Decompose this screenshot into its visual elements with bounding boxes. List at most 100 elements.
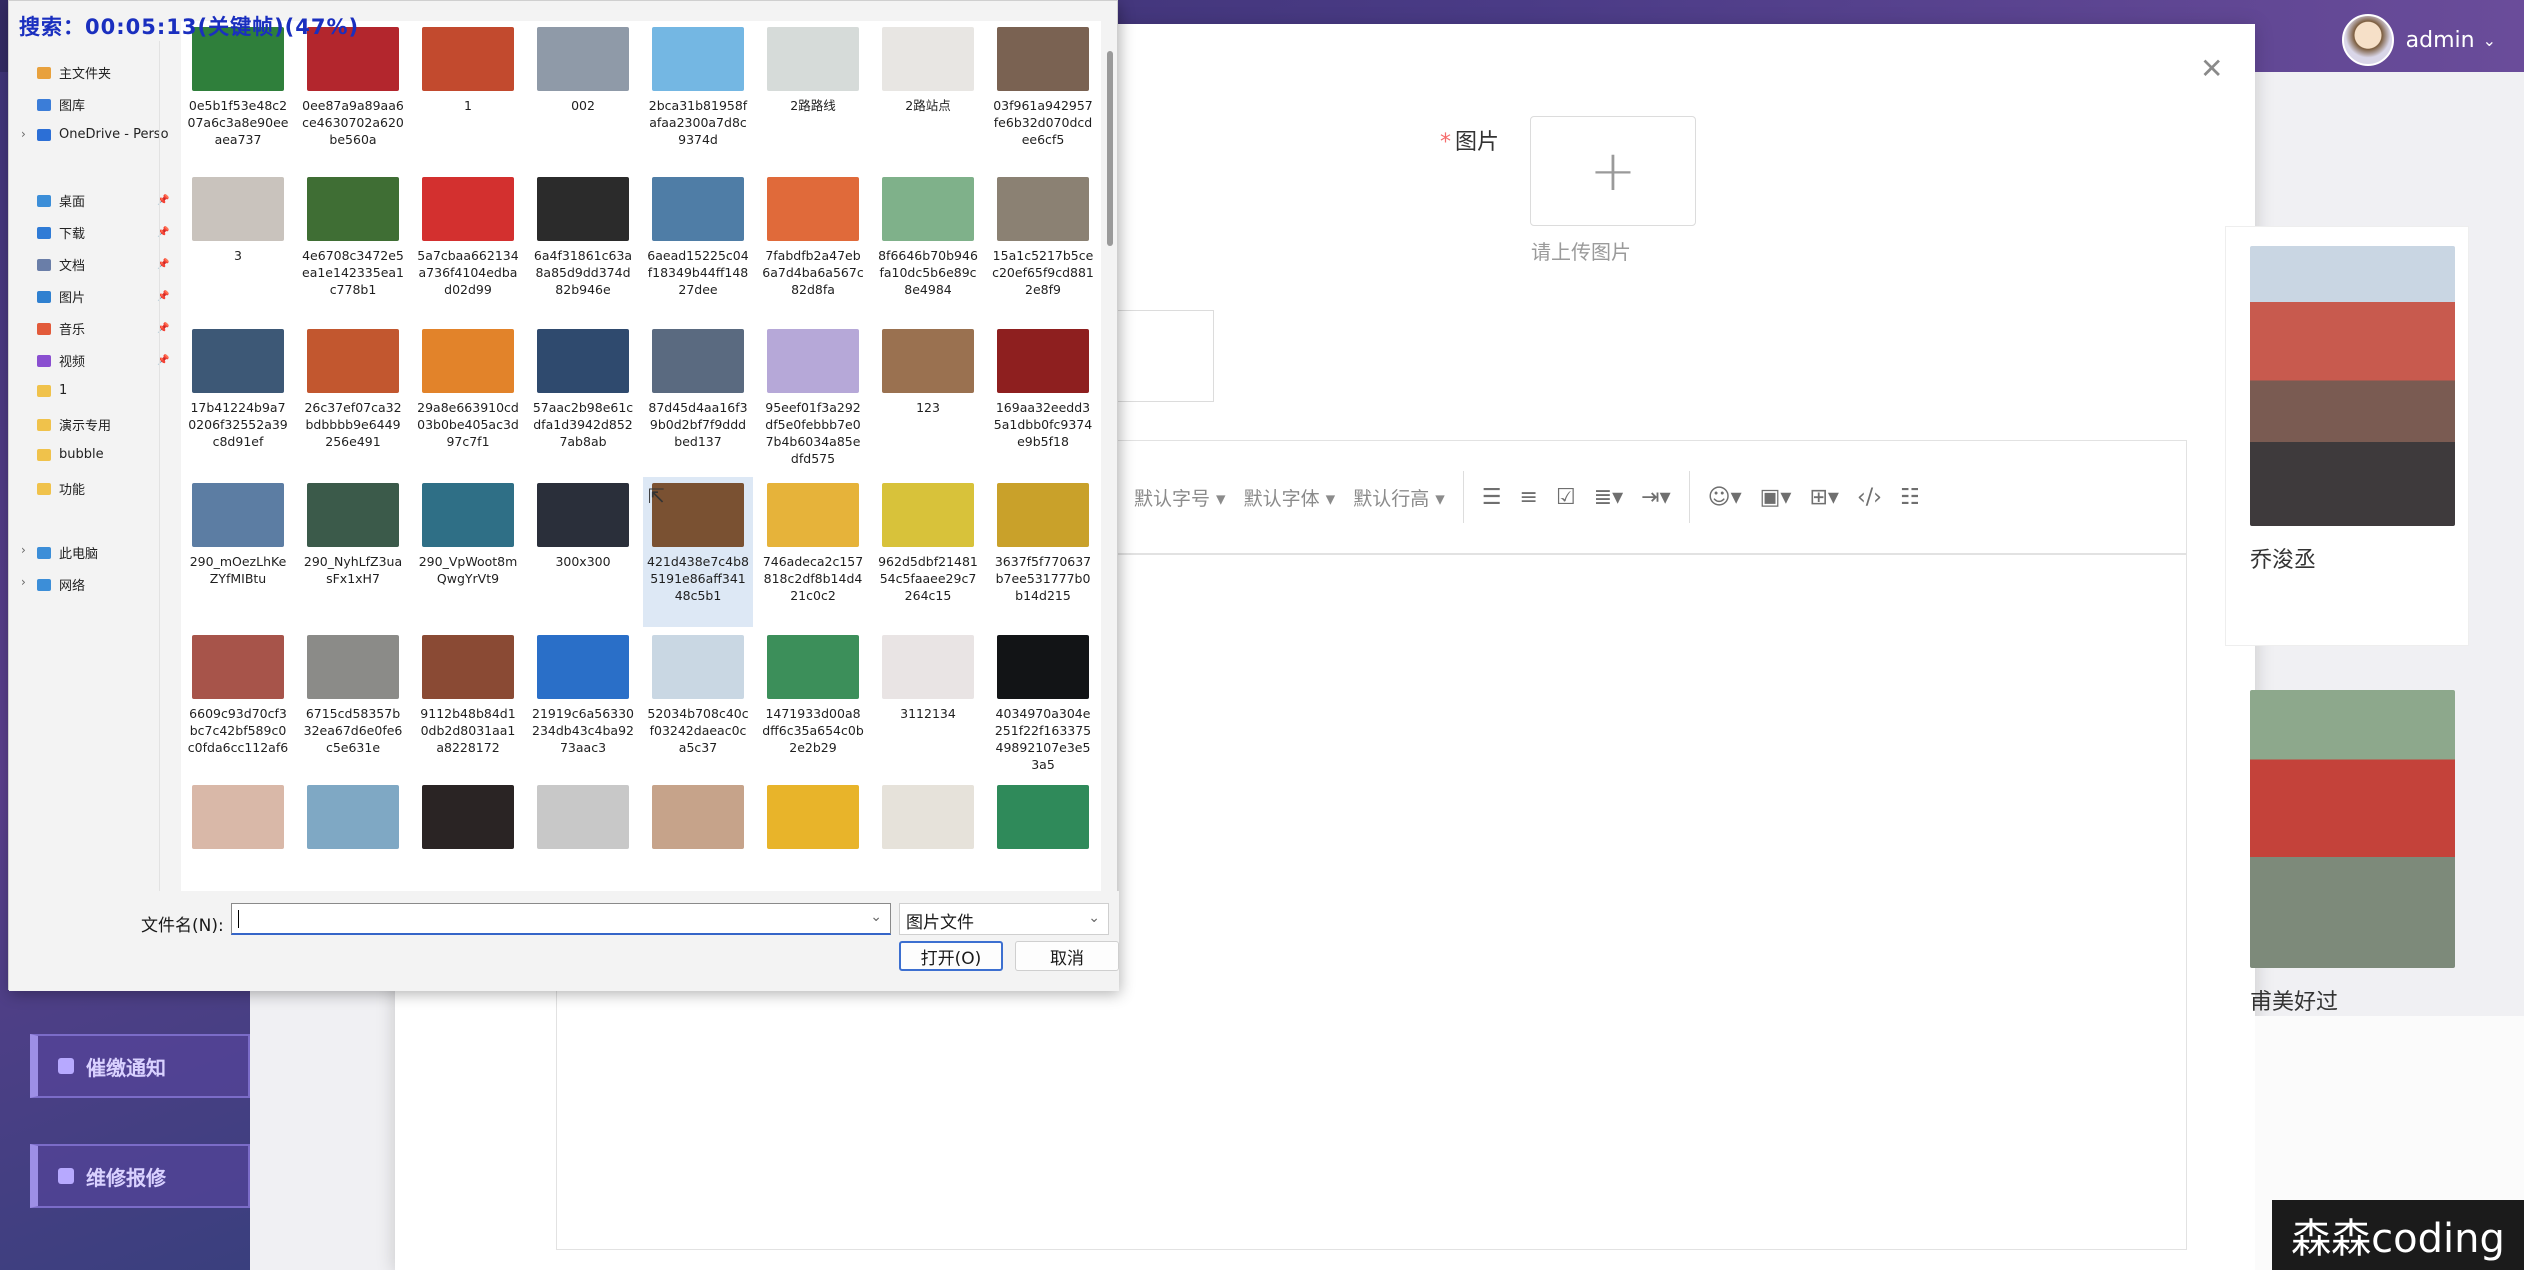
file-item[interactable]: 87d45d4aa16f39b0d2bf7f9dddbed137 bbox=[643, 323, 753, 473]
file-item[interactable] bbox=[988, 779, 1098, 891]
numbered-list-icon[interactable]: ≡ bbox=[1520, 485, 1538, 510]
file-item[interactable]: 15a1c5217b5cec20ef65f9cd8812e8f9 bbox=[988, 171, 1098, 321]
image-icon[interactable]: ▣▾ bbox=[1760, 485, 1792, 510]
file-item[interactable]: 746adeca2c157818c2df8b14d421c0c2 bbox=[758, 477, 868, 627]
file-item[interactable]: 300x300 bbox=[528, 477, 638, 627]
file-item[interactable]: 290_VpWoot8mQwgYrVt9 bbox=[413, 477, 523, 627]
folder-icon bbox=[37, 578, 51, 591]
sidebar-item[interactable]: 网络 bbox=[37, 575, 85, 594]
file-thumbnail bbox=[997, 27, 1089, 91]
file-item[interactable]: 3112134 bbox=[873, 629, 983, 779]
file-item[interactable]: 2路站点 bbox=[873, 21, 983, 171]
file-item[interactable] bbox=[413, 779, 523, 891]
file-thumbnail bbox=[422, 483, 514, 547]
file-item[interactable]: 17b41224b9a70206f32552a39c8d91ef bbox=[183, 323, 293, 473]
file-item[interactable]: 962d5dbf2148154c5faaee29c7264c15 bbox=[873, 477, 983, 627]
sidebar-item[interactable]: 音乐 📌 bbox=[37, 319, 169, 338]
file-item[interactable] bbox=[183, 779, 293, 891]
sidebar-item[interactable]: 桌面 📌 bbox=[37, 191, 169, 210]
file-item[interactable] bbox=[298, 779, 408, 891]
file-item[interactable]: 21919c6a56330234db43c4ba9273aac3 bbox=[528, 629, 638, 779]
file-item[interactable]: 29a8e663910cd03b0be405ac3d97c7f1 bbox=[413, 323, 523, 473]
file-item[interactable] bbox=[873, 779, 983, 891]
file-item[interactable]: 95eef01f3a292df5e0febbb7e07b4b6034a85edf… bbox=[758, 323, 868, 473]
file-thumbnail bbox=[882, 329, 974, 393]
file-item[interactable]: 52034b708c40cf03242daeac0ca5c37 bbox=[643, 629, 753, 779]
sidebar-item[interactable]: 主文件夹 bbox=[37, 63, 111, 82]
expand-chevron-icon[interactable]: › bbox=[21, 575, 26, 589]
align-icon[interactable]: ≣▾ bbox=[1594, 485, 1623, 510]
sidebar-item[interactable]: 下载 📌 bbox=[37, 223, 169, 242]
sidebar-item[interactable]: 功能 bbox=[37, 479, 85, 498]
todo-icon[interactable]: ☑ bbox=[1556, 485, 1576, 510]
upload-image-button[interactable]: + bbox=[1530, 116, 1696, 226]
file-item[interactable]: 169aa32eedd35a1dbb0fc9374e9b5f18 bbox=[988, 323, 1098, 473]
file-item[interactable]: 2路路线 bbox=[758, 21, 868, 171]
file-thumbnail bbox=[997, 177, 1089, 241]
file-item[interactable]: 290_NyhLfZ3uasFx1xH7 bbox=[298, 477, 408, 627]
sidebar-item[interactable]: OneDrive - Perso bbox=[37, 127, 169, 142]
nav-item-repair[interactable]: 维修报修 bbox=[30, 1144, 250, 1208]
file-item[interactable]: 8f6646b70b946fa10dc5b6e89c8e4984 bbox=[873, 171, 983, 321]
file-item[interactable] bbox=[643, 779, 753, 891]
scrollbar[interactable] bbox=[1107, 51, 1113, 246]
file-item[interactable]: 290_mOezLhKeZYfMIBtu bbox=[183, 477, 293, 627]
filename-input[interactable]: ⌄ bbox=[231, 903, 891, 935]
file-item[interactable]: 03f961a942957fe6b32d070dcdee6cf5 bbox=[988, 21, 1098, 171]
file-item[interactable]: 0ee87a9a89aa6ce4630702a620be560a bbox=[298, 21, 408, 171]
nav-item-payment-reminder[interactable]: 催缴通知 bbox=[30, 1034, 250, 1098]
indent-icon[interactable]: ⇥▾ bbox=[1641, 485, 1670, 510]
file-item[interactable]: 26c37ef07ca32bdbbbb9e6449256e491 bbox=[298, 323, 408, 473]
file-thumbnail bbox=[307, 483, 399, 547]
user-menu[interactable]: admin ⌄ bbox=[2341, 14, 2496, 66]
bullet-list-icon[interactable]: ☰ bbox=[1482, 485, 1502, 510]
sidebar-item[interactable]: 图库 bbox=[37, 95, 85, 114]
file-item[interactable]: 3 bbox=[183, 171, 293, 321]
file-item[interactable]: 0e5b1f53e48c207a6c3a8e90eeaea737 bbox=[183, 21, 293, 171]
file-item[interactable]: 002 bbox=[528, 21, 638, 171]
sidebar-item[interactable]: bubble bbox=[37, 447, 104, 462]
sidebar-item[interactable]: 此电脑 bbox=[37, 543, 98, 562]
font-size-select[interactable]: 默认字号 ▾ bbox=[1134, 484, 1226, 511]
file-item[interactable]: 6aead15225c04f18349b44ff14827dee bbox=[643, 171, 753, 321]
sidebar-item[interactable]: 演示专用 bbox=[37, 415, 111, 434]
divider-icon[interactable]: ☷ bbox=[1900, 485, 1920, 510]
emoji-icon[interactable]: ☺▾ bbox=[1708, 485, 1742, 510]
file-item[interactable]: 4034970a304e251f22f16337549892107e3e53a5 bbox=[988, 629, 1098, 779]
code-icon[interactable]: ‹/› bbox=[1857, 485, 1882, 510]
close-icon[interactable]: ✕ bbox=[2200, 52, 2223, 85]
open-button[interactable]: 打开(O) bbox=[899, 941, 1003, 971]
file-item[interactable]: 6a4f31861c63a8a85d9dd374d82b946e bbox=[528, 171, 638, 321]
file-item[interactable]: 1471933d00a8dff6c35a654c0b2e2b29 bbox=[758, 629, 868, 779]
file-item[interactable]: 123 bbox=[873, 323, 983, 473]
file-type-select[interactable]: 图片文件 ⌄ bbox=[899, 903, 1109, 935]
card-photo bbox=[2250, 690, 2455, 968]
table-icon[interactable]: ⊞▾ bbox=[1809, 485, 1838, 510]
file-item[interactable]: 5a7cbaa662134a736f4104edbad02d99 bbox=[413, 171, 523, 321]
file-item[interactable]: 57aac2b98e61cdfa1d3942d8527ab8ab bbox=[528, 323, 638, 473]
file-item[interactable] bbox=[758, 779, 868, 891]
folder-icon bbox=[37, 384, 51, 397]
expand-chevron-icon[interactable]: › bbox=[21, 127, 26, 141]
file-item[interactable]: 4e6708c3472e5ea1e142335ea1c778b1 bbox=[298, 171, 408, 321]
sidebar-item[interactable]: 文档 📌 bbox=[37, 255, 169, 274]
file-item[interactable]: 1 bbox=[413, 21, 523, 171]
cancel-button[interactable]: 取消 bbox=[1015, 941, 1119, 971]
expand-chevron-icon[interactable]: › bbox=[21, 543, 26, 557]
sidebar-item[interactable]: 图片 📌 bbox=[37, 287, 169, 306]
sidebar-item[interactable]: 视频 📌 bbox=[37, 351, 169, 370]
file-item[interactable] bbox=[528, 779, 638, 891]
file-item[interactable]: 6715cd58357b32ea67d6e0fe6c5e631e bbox=[298, 629, 408, 779]
sidebar-item[interactable]: 1 bbox=[37, 383, 67, 398]
chevron-down-icon[interactable]: ⌄ bbox=[870, 909, 882, 925]
file-name: 03f961a942957fe6b32d070dcdee6cf5 bbox=[993, 98, 1093, 147]
file-item[interactable]: 7fabdfb2a47eb6a7d4ba6a567c82d8fa bbox=[758, 171, 868, 321]
font-family-select[interactable]: 默认字体 ▾ bbox=[1244, 484, 1336, 511]
line-height-select[interactable]: 默认行高 ▾ bbox=[1353, 484, 1445, 511]
file-item[interactable]: 2bca31b81958fafaa2300a7d8c9374d bbox=[643, 21, 753, 171]
folder-icon bbox=[37, 290, 51, 303]
file-name: 7fabdfb2a47eb6a7d4ba6a567c82d8fa bbox=[762, 248, 864, 297]
file-item[interactable]: 6609c93d70cf3bc7c42bf589c0c0fda6cc112af6 bbox=[183, 629, 293, 779]
file-item[interactable]: 9112b48b84d10db2d8031aa1a8228172 bbox=[413, 629, 523, 779]
file-item[interactable]: 3637f5f770637b7ee531777b0b14d215 bbox=[988, 477, 1098, 627]
